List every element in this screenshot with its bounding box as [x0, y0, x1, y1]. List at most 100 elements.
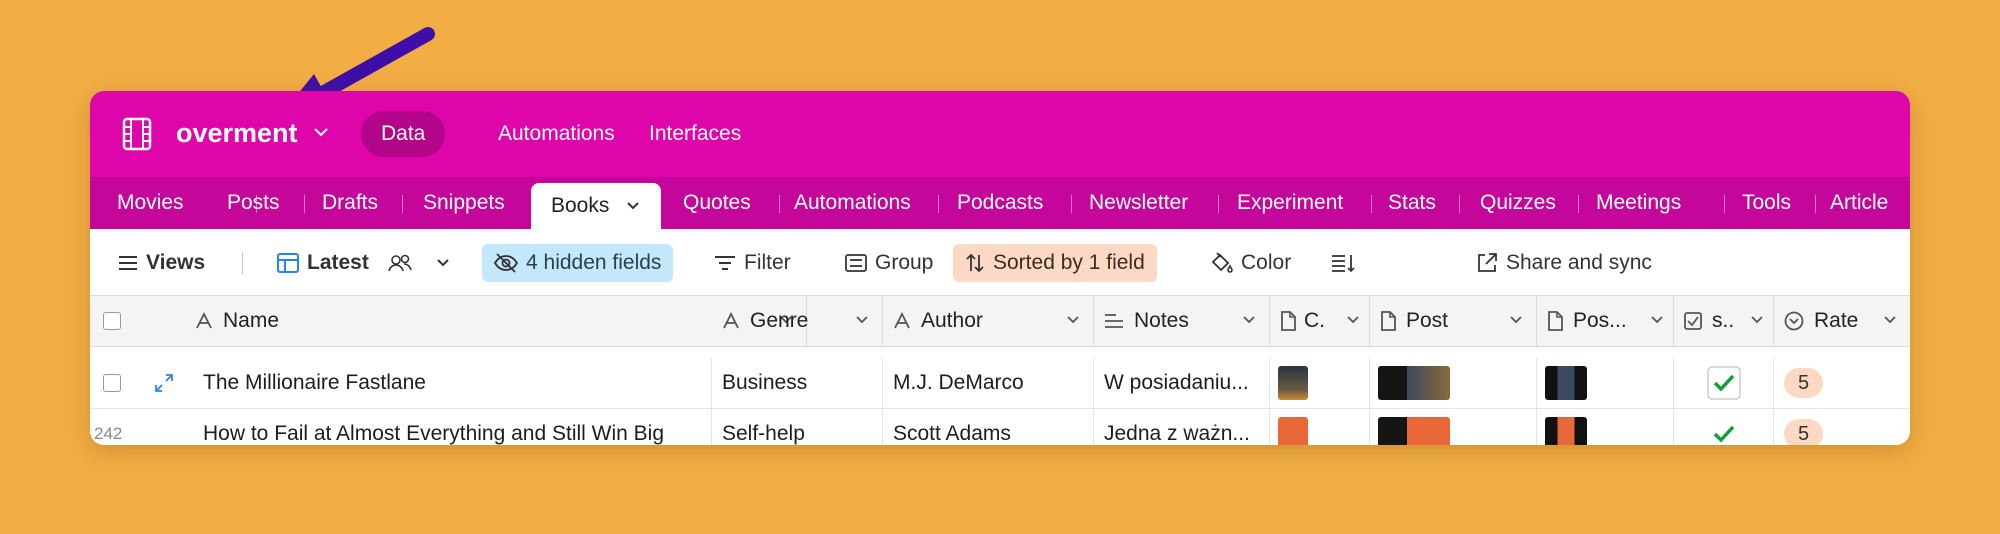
column-header-genre[interactable]: Genre [712, 296, 883, 346]
group-label: Group [875, 251, 934, 274]
cell-notes[interactable]: Jedna z ważn... [1094, 409, 1270, 445]
cell-status[interactable] [1674, 358, 1774, 408]
tab-quotes[interactable]: Quotes [683, 177, 751, 229]
cell-author[interactable]: M.J. DeMarco [883, 358, 1094, 408]
cell-post-2[interactable] [1537, 409, 1674, 445]
cell-genre[interactable]: Self-help [712, 409, 883, 445]
color-button[interactable]: Color [1197, 244, 1303, 282]
collaborators-icon [387, 255, 412, 272]
cell-cover[interactable] [1270, 358, 1370, 408]
long-text-icon [1105, 314, 1123, 329]
column-header-author[interactable]: Author [883, 296, 1094, 346]
cell-post[interactable] [1370, 409, 1537, 445]
cell-rate[interactable]: 5 [1774, 358, 1910, 408]
column-header-notes[interactable]: Notes [1094, 296, 1270, 346]
cell-name[interactable]: How to Fail at Almost Everything and Sti… [193, 409, 712, 445]
select-all-checkbox[interactable] [103, 312, 121, 330]
share-sync-label: Share and sync [1506, 251, 1652, 274]
table-row[interactable]: 242 How to Fail at Almost Everything and… [90, 409, 1910, 445]
grid-header: Name Genre Author Notes C. Post Pos... s… [90, 296, 1910, 347]
column-header-post[interactable]: Post [1370, 296, 1537, 346]
chevron-down-icon[interactable] [1241, 312, 1257, 328]
cover-thumbnail[interactable] [1278, 417, 1308, 445]
row-number: 242 [94, 424, 123, 443]
share-sync-button[interactable]: Share and sync [1464, 244, 1664, 282]
checkmark-icon[interactable] [1707, 366, 1741, 400]
single-select-icon [1784, 312, 1804, 331]
chevron-down-icon[interactable] [1508, 312, 1524, 328]
chevron-down-icon[interactable] [1882, 312, 1898, 328]
tab-experiment[interactable]: Experiment [1237, 177, 1343, 229]
rate-badge: 5 [1784, 419, 1824, 445]
tab-quizzes[interactable]: Quizzes [1480, 177, 1556, 229]
column-header-post-2[interactable]: Pos... [1537, 296, 1674, 346]
post-thumbnail[interactable] [1545, 417, 1587, 445]
chevron-down-icon[interactable] [1649, 312, 1665, 328]
tab-books[interactable]: Books [531, 183, 662, 229]
checkbox-field-icon [1684, 312, 1702, 331]
column-header-rate[interactable]: Rate [1774, 296, 1910, 346]
tab-movies[interactable]: Movies [117, 177, 184, 229]
column-header-cover[interactable]: C. [1270, 296, 1370, 346]
cell-notes[interactable]: W posiadaniu... [1094, 358, 1270, 408]
cell-rate[interactable]: 5 [1774, 409, 1910, 445]
column-header-label: Name [223, 309, 280, 332]
post-thumbnail[interactable] [1378, 366, 1450, 400]
tab-newsletter[interactable]: Newsletter [1089, 177, 1188, 229]
tab-drafts[interactable]: Drafts [322, 177, 378, 229]
tab-automations[interactable]: Automations [794, 177, 911, 229]
column-header-label: s.. [1712, 309, 1735, 332]
column-header-label: Genre [750, 309, 809, 332]
cell-name[interactable]: The Millionaire Fastlane [193, 358, 712, 408]
chevron-down-icon[interactable] [625, 198, 641, 214]
tab-meetings[interactable]: Meetings [1596, 177, 1681, 229]
row-height-icon [1332, 255, 1355, 273]
group-button[interactable]: Group [833, 244, 945, 282]
cell-genre[interactable]: Business [712, 358, 883, 408]
attachment-icon [1548, 311, 1563, 332]
cell-status[interactable] [1674, 409, 1774, 445]
chevron-down-icon[interactable] [1065, 312, 1081, 328]
column-header-label: Author [921, 309, 983, 332]
nav-data[interactable]: Data [361, 111, 446, 157]
cell-post-2[interactable] [1537, 358, 1674, 408]
cell-cover[interactable] [1270, 409, 1370, 445]
post-thumbnail[interactable] [1378, 417, 1450, 445]
expand-icon[interactable] [154, 373, 174, 393]
checkmark-icon[interactable] [1707, 417, 1741, 445]
sort-icon [966, 254, 984, 273]
post-thumbnail[interactable] [1545, 366, 1587, 400]
sort-label: Sorted by 1 field [993, 251, 1145, 274]
row-checkbox[interactable] [103, 374, 121, 392]
tab-podcasts[interactable]: Podcasts [957, 177, 1043, 229]
chevron-down-icon[interactable] [854, 312, 870, 328]
tab-stats[interactable]: Stats [1388, 177, 1436, 229]
tab-snippets[interactable]: Snippets [423, 177, 505, 229]
chevron-down-icon[interactable] [1345, 312, 1361, 328]
table-row[interactable]: The Millionaire Fastlane Business M.J. D… [90, 358, 1910, 409]
column-header-label: C. [1304, 309, 1325, 332]
filter-button[interactable]: Filter [702, 244, 803, 282]
column-header-label: Pos... [1573, 309, 1627, 332]
tab-article[interactable]: Article [1830, 177, 1888, 229]
row-height-button[interactable] [1319, 244, 1367, 282]
rate-badge: 5 [1784, 368, 1824, 398]
chevron-down-icon[interactable] [312, 123, 330, 141]
nav-automations[interactable]: Automations [478, 111, 635, 157]
view-switcher[interactable]: Latest [265, 244, 471, 282]
text-field-icon [196, 312, 212, 329]
hidden-fields-button[interactable]: 4 hidden fields [482, 244, 674, 282]
column-header-status[interactable]: s.. [1674, 296, 1774, 346]
cover-thumbnail[interactable] [1278, 366, 1308, 400]
cell-author[interactable]: Scott Adams [883, 409, 1094, 445]
nav-interfaces[interactable]: Interfaces [629, 111, 761, 157]
views-button[interactable]: Views [106, 244, 217, 282]
sort-button[interactable]: Sorted by 1 field [953, 244, 1157, 282]
base-name[interactable]: overment [176, 118, 298, 149]
column-header-label: Post [1406, 309, 1449, 332]
cell-post[interactable] [1370, 358, 1537, 408]
tab-tools[interactable]: Tools [1742, 177, 1791, 229]
tab-posts[interactable]: Posts [227, 177, 280, 229]
chevron-down-icon[interactable] [1749, 312, 1765, 328]
paint-bucket-icon [1211, 252, 1233, 274]
